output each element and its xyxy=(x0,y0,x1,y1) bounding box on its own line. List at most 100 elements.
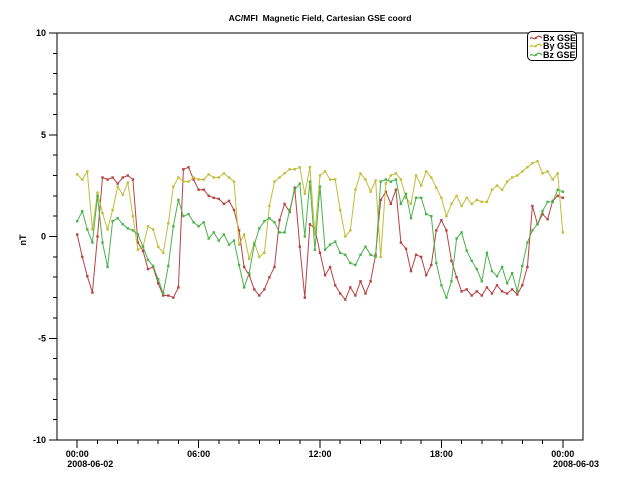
series-bx-gse-marker xyxy=(339,292,341,294)
series-by-gse-marker xyxy=(268,205,270,207)
series-bx-gse-marker xyxy=(400,241,402,243)
series-bz-gse-marker xyxy=(415,197,417,199)
y-axis-unit-label: nT xyxy=(18,234,28,245)
series-bx-gse-marker xyxy=(415,254,417,256)
series-bz-gse-marker xyxy=(536,223,538,225)
series-bz-gse-marker xyxy=(273,221,275,223)
series-bx-gse-marker xyxy=(526,266,528,268)
series-bx-gse-marker xyxy=(111,176,113,178)
series-bx-gse-marker xyxy=(354,294,356,296)
y-tick-label: -5 xyxy=(38,333,46,343)
series-by-gse-marker xyxy=(91,228,93,230)
bz-line-sample-icon xyxy=(530,51,542,59)
series-bz-gse-marker xyxy=(314,249,316,251)
series-bz-gse-marker xyxy=(486,252,488,254)
series-bx-gse-marker xyxy=(122,176,124,178)
series-bz-gse-marker xyxy=(455,237,457,239)
series-by-gse-marker xyxy=(203,178,205,180)
series-by-gse-marker xyxy=(455,195,457,197)
series-by-gse-marker xyxy=(208,173,210,175)
series-bx-gse-marker xyxy=(496,284,498,286)
series-bx-gse-marker xyxy=(223,203,225,205)
series-bx-gse-marker xyxy=(430,264,432,266)
series-by-gse-marker xyxy=(516,174,518,176)
series-bx-gse-marker xyxy=(299,246,301,248)
series-bz-gse-marker xyxy=(562,191,564,193)
series-by-gse-marker xyxy=(283,172,285,174)
series-bz-gse-marker xyxy=(541,210,543,212)
series-bz-gse-marker xyxy=(496,275,498,277)
series-bz-gse-marker xyxy=(405,193,407,195)
series-bx-gse-marker xyxy=(213,197,215,199)
series-bx-gse-marker xyxy=(471,294,473,296)
series-bx-gse-marker xyxy=(369,280,371,282)
series-bz-gse-marker xyxy=(364,246,366,248)
series-by-gse-marker xyxy=(334,178,336,180)
series-bz-gse-marker xyxy=(349,262,351,264)
series-bz-gse-marker xyxy=(546,201,548,203)
magnetic-field-chart: AC/MFI Magnetic Field, Cartesian GSE coo… xyxy=(0,0,640,480)
series-by-gse-marker xyxy=(557,172,559,174)
series-by-gse-marker xyxy=(177,176,179,178)
series-by-gse-marker xyxy=(248,258,250,260)
series-bz-gse-marker xyxy=(172,225,174,227)
series-by-gse-marker xyxy=(101,212,103,214)
series-bx-gse-marker xyxy=(319,252,321,254)
series-by-gse-marker xyxy=(289,168,291,170)
series-by-gse-marker xyxy=(228,176,230,178)
series-bz-gse-marker xyxy=(450,280,452,282)
series-bx-gse-marker xyxy=(466,288,468,290)
series-by-gse-marker xyxy=(167,222,169,224)
series-by-gse-marker xyxy=(380,256,382,258)
series-bx-gse-marker xyxy=(283,203,285,205)
series-by-gse-marker xyxy=(440,197,442,199)
series-bz-gse-marker xyxy=(400,203,402,205)
series-bx-gse-marker xyxy=(273,266,275,268)
series-by-gse-marker xyxy=(187,180,189,182)
series-layer xyxy=(76,160,564,301)
series-by-gse-marker xyxy=(263,252,265,254)
series-bx-gse-marker xyxy=(106,178,108,180)
series-bz-gse-line xyxy=(77,180,563,298)
series-by-gse-marker xyxy=(137,249,139,251)
series-by-gse-marker xyxy=(324,170,326,172)
legend-entry-by: By GSE xyxy=(530,42,576,50)
series-by-gse-marker xyxy=(354,189,356,191)
series-bx-gse-marker xyxy=(405,248,407,250)
series-bx-gse-marker xyxy=(127,174,129,176)
series-bz-gse-marker xyxy=(162,292,164,294)
series-bz-gse-marker xyxy=(380,180,382,182)
bx-line-sample-icon xyxy=(530,34,542,42)
series-bz-gse-marker xyxy=(91,241,93,243)
series-by-gse-marker xyxy=(309,166,311,168)
series-bz-gse-marker xyxy=(147,259,149,261)
series-by-gse-marker xyxy=(106,228,108,230)
series-bz-gse-marker xyxy=(491,270,493,272)
series-bx-gse-marker xyxy=(324,274,326,276)
series-bx-gse-marker xyxy=(253,288,255,290)
series-bz-gse-marker xyxy=(283,231,285,233)
y-tick-label: 10 xyxy=(36,28,46,38)
x-tick-label: 18:00 xyxy=(430,449,453,459)
series-by-gse-marker xyxy=(243,233,245,235)
series-by-gse-marker xyxy=(238,243,240,245)
series-bz-gse-marker xyxy=(177,199,179,201)
series-bz-gse-marker xyxy=(395,178,397,180)
series-bx-gse-marker xyxy=(359,280,361,282)
series-by-gse-marker xyxy=(481,201,483,203)
x-tick-label: 00:00 xyxy=(66,449,89,459)
series-by-gse-marker xyxy=(491,189,493,191)
series-by-gse-marker xyxy=(562,231,564,233)
series-bz-gse-marker xyxy=(294,189,296,191)
series-bz-gse-marker xyxy=(299,182,301,184)
series-bx-gse-marker xyxy=(486,286,488,288)
series-by-gse-marker xyxy=(486,201,488,203)
series-bz-gse-marker xyxy=(106,266,108,268)
series-bz-gse-marker xyxy=(359,254,361,256)
y-tick-label: 0 xyxy=(41,232,46,242)
series-by-gse-marker xyxy=(526,166,528,168)
series-by-gse-marker xyxy=(132,215,134,217)
series-bz-gse-marker xyxy=(258,227,260,229)
series-by-gse-marker xyxy=(471,203,473,205)
series-bx-gse-marker xyxy=(420,256,422,258)
